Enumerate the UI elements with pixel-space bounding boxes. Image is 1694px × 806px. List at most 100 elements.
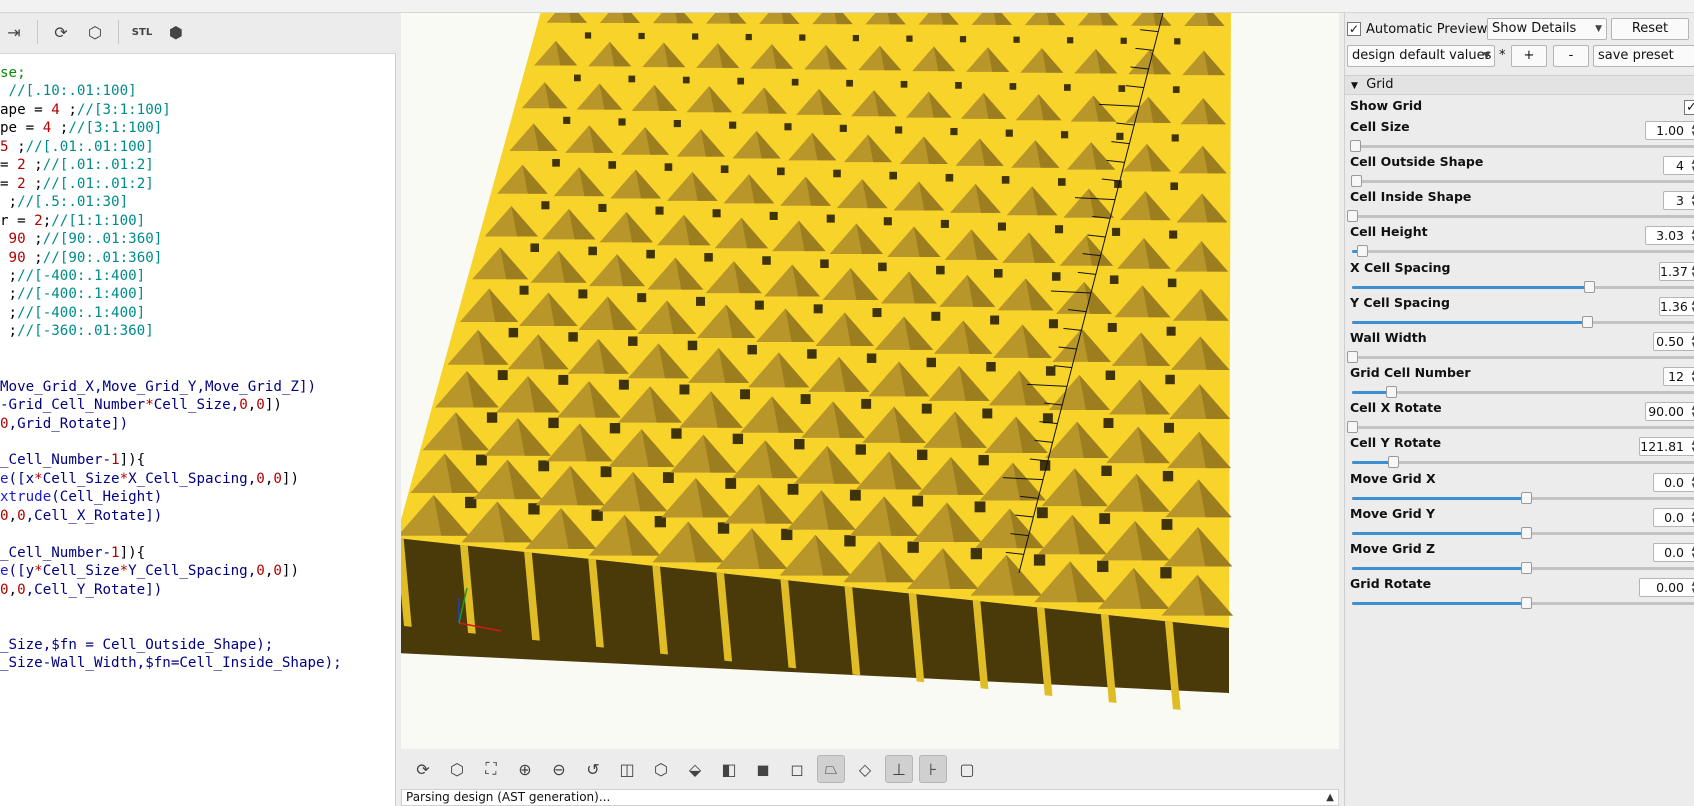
param-slider[interactable] (1352, 561, 1694, 574)
slider-handle[interactable] (1387, 456, 1399, 469)
code-token: se; (0, 65, 26, 81)
slider-handle[interactable] (1350, 175, 1362, 188)
param-slider[interactable] (1350, 175, 1694, 188)
param-slider[interactable] (1347, 210, 1694, 223)
param-slider[interactable] (1347, 421, 1694, 434)
param-spinbox[interactable]: 121.81▲▼ (1639, 437, 1694, 457)
reset-button[interactable]: Reset (1611, 18, 1689, 40)
param-row: Cell Inside Shape 3▲▼ (1345, 189, 1694, 224)
preset-select[interactable]: design default values ▼ (1347, 45, 1495, 67)
param-spinbox[interactable]: 3.03▲▼ (1645, 226, 1694, 246)
cell-hole (1109, 275, 1119, 284)
code-token: pe = (0, 120, 43, 137)
param-spinbox[interactable]: 90.00▲▼ (1645, 402, 1694, 422)
slider-handle[interactable] (1347, 210, 1358, 223)
view-front-icon[interactable]: ◼ (749, 755, 777, 783)
add-preset-button[interactable]: + (1511, 45, 1547, 67)
code-token: //[.10:.01:100] (8, 83, 137, 100)
render-icon[interactable]: ⬡ (443, 755, 471, 783)
view-right-icon[interactable]: ◫ (613, 755, 641, 783)
zoom-out-icon[interactable]: ⊖ (545, 755, 573, 783)
slider-handle[interactable] (1385, 386, 1397, 399)
view-back-icon[interactable]: ◻ (783, 755, 811, 783)
slider-handle[interactable] (1520, 491, 1532, 504)
cell-hole (861, 398, 872, 409)
view-left-icon[interactable]: ◧ (715, 755, 743, 783)
show-axes-icon[interactable]: ⊥ (885, 755, 913, 783)
param-spinbox[interactable]: 1.37▲▼ (1659, 261, 1694, 281)
slider-handle[interactable] (1347, 350, 1358, 363)
slider-handle[interactable] (1350, 140, 1362, 152)
code-token: (Cell_Height) (51, 489, 163, 506)
param-slider[interactable] (1347, 350, 1694, 363)
show-grid-checkbox[interactable]: ✓ (1684, 100, 1694, 115)
param-slider[interactable] (1352, 596, 1694, 609)
automatic-preview-checkbox[interactable]: ✓ (1347, 22, 1361, 36)
slider-handle[interactable] (1357, 245, 1369, 258)
remove-preset-button[interactable]: - (1553, 45, 1589, 67)
param-row: Cell Outside Shape 4▲▼ (1345, 154, 1694, 189)
view-top-icon[interactable]: ⬡ (647, 755, 675, 783)
orthogonal-icon[interactable]: ◇ (851, 755, 879, 783)
param-spinbox[interactable]: 1.36▲▼ (1659, 296, 1694, 316)
view-all-icon[interactable]: ⛶ (477, 755, 505, 783)
reset-view-icon[interactable]: ↺ (579, 755, 607, 783)
param-row: Grid Rotate 0.00▲▼ (1345, 576, 1694, 611)
cell-hole (1162, 470, 1174, 482)
param-slider[interactable] (1352, 245, 1694, 258)
param-spinbox[interactable]: 0.0▲▼ (1653, 542, 1694, 562)
scroll-up-icon[interactable]: ▲ (1326, 790, 1334, 805)
param-slider[interactable] (1352, 526, 1694, 539)
slider-handle[interactable] (1520, 596, 1532, 609)
code-token: ; (25, 175, 43, 192)
send-to-print-icon[interactable]: ⬢ (162, 18, 190, 46)
show-scale-markers-icon[interactable]: ⊦ (919, 755, 947, 783)
param-slider[interactable] (1350, 140, 1694, 152)
save-preset-button[interactable]: save preset (1593, 45, 1694, 67)
cell-hole (907, 541, 919, 553)
group-header-grid[interactable]: ▼ Grid (1345, 75, 1694, 95)
render-icon[interactable]: ⬡ (81, 18, 109, 46)
code-token: = (0, 175, 18, 192)
param-spinbox[interactable]: 0.00▲▼ (1639, 577, 1694, 597)
cell-hole (800, 394, 811, 405)
export-stl-icon[interactable]: STL (128, 18, 156, 46)
param-slider[interactable] (1352, 456, 1694, 469)
code-editor[interactable]: se; //[.10:.01:100] ape = 4 ;//[3:1:100] p… (0, 53, 396, 806)
slider-handle[interactable] (1347, 421, 1358, 434)
param-spinbox[interactable]: 4▲▼ (1663, 156, 1694, 176)
cell-hole (558, 374, 569, 385)
slider-handle[interactable] (1584, 280, 1596, 293)
code-token: ape = (0, 101, 52, 118)
param-spinbox[interactable]: 3▲▼ (1663, 191, 1694, 211)
param-spinbox[interactable]: 12▲▼ (1663, 367, 1694, 387)
param-spinbox[interactable]: 0.50▲▼ (1653, 331, 1694, 351)
cell-hole (1120, 37, 1127, 44)
slider-handle[interactable] (1582, 315, 1594, 328)
perspective-icon[interactable]: ⏢ (817, 755, 845, 783)
show-edges-icon[interactable]: ▢ (953, 755, 981, 783)
slider-handle[interactable] (1520, 526, 1532, 539)
code-line: 0,0,Cell_X_Rotate]) (0, 506, 162, 526)
view-bottom-icon[interactable]: ⬙ (681, 755, 709, 783)
slider-handle[interactable] (1520, 561, 1532, 574)
param-spinbox[interactable]: 0.0▲▼ (1653, 472, 1694, 492)
indent-icon[interactable]: ⇥ (0, 18, 28, 46)
code-token: ; (0, 286, 18, 303)
preview-icon[interactable]: ⟳ (47, 18, 75, 46)
cell-hole (784, 123, 792, 131)
details-select[interactable]: Show Details ▼ (1487, 18, 1607, 40)
cell-hole (720, 165, 729, 174)
param-slider[interactable] (1352, 315, 1694, 328)
param-spinbox[interactable]: 0.0▲▼ (1653, 507, 1694, 527)
zoom-in-icon[interactable]: ⊕ (511, 755, 539, 783)
param-slider[interactable] (1352, 280, 1694, 293)
param-slider[interactable] (1352, 386, 1694, 399)
param-spinbox[interactable]: 1.00▲▼ (1645, 121, 1694, 140)
3d-viewport[interactable] (401, 13, 1339, 749)
cell-hole (497, 370, 508, 381)
cell-hole (872, 308, 882, 318)
preview-icon[interactable]: ⟳ (409, 755, 437, 783)
param-slider[interactable] (1352, 491, 1694, 504)
param-row: Grid Cell Number 12▲▼ (1345, 365, 1694, 400)
